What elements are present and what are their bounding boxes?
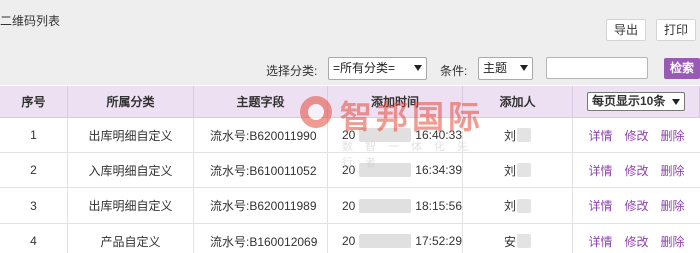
page-title: 二维码列表 <box>0 14 61 28</box>
blurred-name <box>517 234 531 248</box>
row-adder: 刘 <box>463 153 573 187</box>
row-actions: 详情 修改 删除 <box>573 118 700 152</box>
row-adder: 刘 <box>463 188 573 223</box>
row-subject-cell: 流水号:B620011989 <box>194 188 328 223</box>
category-filter-label: 选择分类: <box>266 64 318 78</box>
detail-link[interactable]: 详情 <box>588 162 612 179</box>
row-adder: 刘 <box>463 118 573 152</box>
row-actions: 详情 修改 删除 <box>573 188 700 223</box>
row-time: 20 18:15:56 <box>328 198 462 213</box>
header-page-size: 每页显示10条 <box>573 86 700 117</box>
row-adder-name: 刘 <box>503 128 516 143</box>
edit-link[interactable]: 修改 <box>624 162 648 179</box>
row-time-value: 16:34:39 <box>415 163 462 177</box>
row-time-value: 18:15:56 <box>415 198 462 213</box>
row-time-cell: 20 18:15:56 <box>328 188 463 223</box>
table-row: 1 出库明细自定义 流水号:B620011990 20 16:40:33 刘 详情… <box>0 118 700 153</box>
row-subject-cell: 流水号:B620011990 <box>194 118 328 152</box>
edit-link[interactable]: 修改 <box>624 197 648 214</box>
blurred-name <box>517 163 531 177</box>
row-actions: 详情 修改 删除 <box>573 224 700 253</box>
row-time: 20 17:52:29 <box>328 234 462 248</box>
detail-link[interactable]: 详情 <box>588 197 612 214</box>
row-actions: 详情 修改 删除 <box>573 153 700 187</box>
header-index: 序号 <box>0 86 68 117</box>
search-button[interactable]: 检索 <box>664 58 700 79</box>
row-adder-name: 刘 <box>503 199 516 213</box>
row-time-cell: 20 16:34:39 <box>328 153 463 187</box>
row-time-cell: 20 16:40:33 <box>328 118 463 152</box>
row-index: 2 <box>0 153 68 187</box>
toolbar-area: 二维码列表 导出 打印 选择分类: =所有分类= 条件: 主题 检索 <box>0 0 700 85</box>
row-time: 20 16:40:33 <box>328 128 462 142</box>
table-row: 2 入库明细自定义 流水号:B610011052 20 16:34:39 刘 详情… <box>0 153 700 188</box>
blurred-date <box>359 234 412 248</box>
row-adder-name: 刘 <box>503 163 516 178</box>
row-subject-cell: 流水号:B610011052 <box>194 153 328 187</box>
chevron-down-icon <box>520 65 528 71</box>
row-category: 产品自定义 <box>68 224 194 253</box>
header-category: 所属分类 <box>68 86 194 117</box>
table-row: 3 出库明细自定义 流水号:B620011989 20 18:15:56 刘 详情… <box>0 188 700 224</box>
row-date-prefix: 20 <box>342 128 356 142</box>
search-input[interactable] <box>546 57 648 79</box>
header-subject: 主题字段 <box>194 86 328 117</box>
blurred-date <box>359 128 412 142</box>
row-date-prefix: 20 <box>342 163 356 177</box>
chevron-down-icon <box>672 99 680 105</box>
table-row: 4 产品自定义 流水号:B160012069 20 17:52:29 安 详情 修… <box>0 224 700 253</box>
edit-link[interactable]: 修改 <box>624 127 648 144</box>
row-time: 20 16:34:39 <box>328 163 462 177</box>
row-category: 出库明细自定义 <box>68 118 194 152</box>
row-time-value: 16:40:33 <box>415 128 462 142</box>
detail-link[interactable]: 详情 <box>588 233 612 250</box>
header-added-by: 添加人 <box>463 86 573 117</box>
category-select[interactable]: =所有分类= <box>328 57 427 80</box>
blurred-date <box>359 163 412 177</box>
row-time-cell: 20 17:52:29 <box>328 224 463 253</box>
row-subject: 流水号:B620011989 <box>210 199 317 213</box>
delete-link[interactable]: 删除 <box>661 127 685 144</box>
delete-link[interactable]: 删除 <box>661 233 685 250</box>
condition-filter-label: 条件: <box>440 64 468 78</box>
row-index: 1 <box>0 118 68 152</box>
row-index: 3 <box>0 188 68 223</box>
delete-link[interactable]: 删除 <box>661 197 685 214</box>
row-subject-cell: 流水号:B160012069 <box>194 224 328 253</box>
row-index: 4 <box>0 224 68 253</box>
print-button[interactable]: 打印 <box>656 19 696 41</box>
detail-link[interactable]: 详情 <box>588 127 612 144</box>
edit-link[interactable]: 修改 <box>624 233 648 250</box>
condition-select[interactable]: 主题 <box>478 57 533 80</box>
row-adder-name: 安 <box>503 234 516 249</box>
page-size-select[interactable]: 每页显示10条 <box>587 92 685 111</box>
condition-select-value: 主题 <box>483 61 508 75</box>
blurred-name <box>517 128 531 142</box>
row-subject: 流水号:B620011990 <box>210 128 317 143</box>
blurred-date <box>359 198 412 213</box>
row-subject: 流水号:B160012069 <box>210 234 318 249</box>
delete-link[interactable]: 删除 <box>661 162 685 179</box>
row-adder: 安 <box>463 224 573 253</box>
row-date-prefix: 20 <box>342 198 356 213</box>
row-category: 入库明细自定义 <box>68 153 194 187</box>
row-subject: 流水号:B610011052 <box>210 163 317 178</box>
row-time-value: 17:52:29 <box>415 234 462 248</box>
table-header: 序号 所属分类 主题字段 添加时间 添加人 每页显示10条 <box>0 86 700 118</box>
export-button[interactable]: 导出 <box>606 19 646 41</box>
header-added-time: 添加时间 <box>328 86 463 117</box>
chevron-down-icon <box>414 65 422 71</box>
category-select-value: =所有分类= <box>333 61 396 75</box>
blurred-name <box>517 198 531 213</box>
row-date-prefix: 20 <box>342 234 356 248</box>
row-category: 出库明细自定义 <box>68 188 194 223</box>
page-size-value: 每页显示10条 <box>592 94 666 108</box>
